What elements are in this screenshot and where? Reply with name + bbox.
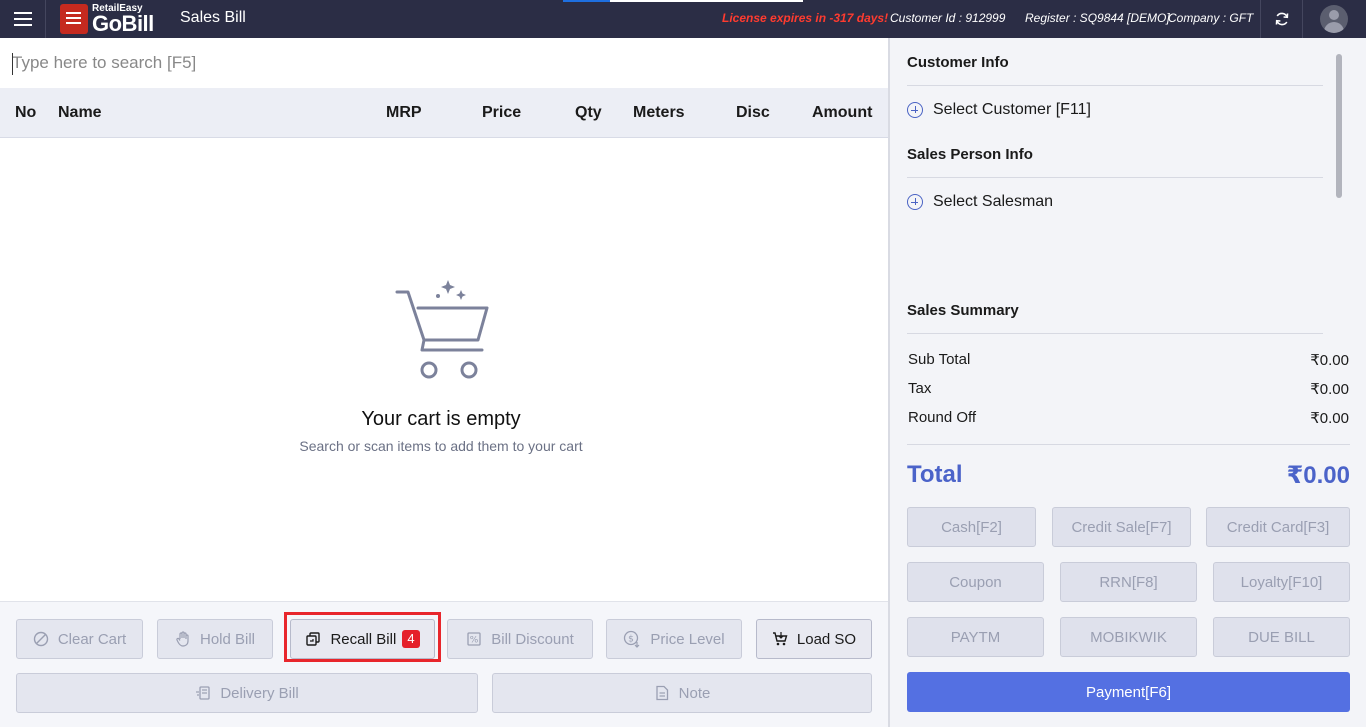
search-input[interactable]	[0, 38, 888, 88]
coupon-button[interactable]: Coupon	[907, 562, 1044, 602]
hold-bill-label: Hold Bill	[199, 630, 256, 648]
plus-circle-icon	[907, 102, 923, 118]
top-bar: RetailEasy GoBill Sales Bill License exp…	[0, 0, 1366, 38]
credit-card-button[interactable]: Credit Card[F3]	[1206, 507, 1350, 547]
customer-info-title: Customer Info	[907, 54, 1009, 71]
round-off-label: Round Off	[908, 409, 977, 426]
column-amount: Amount	[812, 104, 873, 121]
load-so-button[interactable]: Load SO	[756, 619, 872, 659]
divider	[1260, 0, 1261, 38]
text-cursor	[12, 53, 13, 75]
menu-button[interactable]	[0, 0, 46, 38]
paytm-button[interactable]: PAYTM	[907, 617, 1044, 657]
svg-text:$: $	[629, 635, 635, 645]
subtotal-row: Sub Total ₹0.00	[908, 351, 1349, 369]
price-level-icon: $	[623, 630, 641, 648]
divider	[907, 177, 1323, 178]
rrn-button[interactable]: RRN[F8]	[1060, 562, 1197, 602]
divider	[1302, 0, 1303, 38]
delivery-bill-button[interactable]: Delivery Bill	[16, 673, 478, 713]
refresh-icon	[1275, 12, 1289, 26]
delivery-bill-label: Delivery Bill	[220, 684, 299, 702]
note-icon	[654, 685, 670, 701]
recall-bill-highlight	[284, 612, 441, 662]
page-title: Sales Bill	[180, 9, 246, 26]
tax-value: ₹0.00	[1310, 381, 1349, 398]
column-price: Price	[482, 104, 522, 121]
billing-sidebar: Customer Info Select Customer [F11] Sale…	[890, 38, 1366, 727]
cart-table-header: No Name MRP Price Qty Meters Disc Amount	[0, 88, 888, 138]
payment-button[interactable]: Payment[F6]	[907, 672, 1350, 712]
price-level-button[interactable]: $ Price Level	[606, 619, 742, 659]
customer-id: Customer Id : 912999	[890, 11, 1006, 25]
cart-panel: No Name MRP Price Qty Meters Disc Amount…	[0, 38, 888, 727]
price-level-label: Price Level	[650, 630, 725, 648]
round-off-value: ₹0.00	[1310, 410, 1349, 427]
divider	[907, 444, 1350, 445]
hold-bill-button[interactable]: Hold Bill	[157, 619, 273, 659]
user-avatar[interactable]	[1320, 5, 1348, 33]
loading-indicator	[563, 0, 803, 2]
round-off-row: Round Off ₹0.00	[908, 409, 1349, 427]
logo-icon	[60, 4, 88, 34]
register-info: Register : SQ9844 [DEMO]	[1025, 11, 1170, 25]
svg-text:%: %	[470, 636, 479, 646]
select-salesman-label: Select Salesman	[933, 193, 1054, 210]
subtotal-value: ₹0.00	[1310, 352, 1349, 369]
tax-label: Tax	[908, 380, 932, 397]
select-salesman-button[interactable]: Select Salesman	[907, 193, 1053, 211]
empty-cart-state: Your cart is empty Search or scan items …	[0, 138, 888, 601]
cart-load-icon	[772, 631, 788, 647]
loyalty-button[interactable]: Loyalty[F10]	[1213, 562, 1350, 602]
column-qty: Qty	[575, 104, 602, 121]
note-label: Note	[678, 684, 711, 702]
company-info: Company : GFT	[1168, 11, 1254, 25]
scrollbar-thumb[interactable]	[1336, 54, 1342, 198]
delivery-icon	[195, 685, 211, 701]
select-customer-button[interactable]: Select Customer [F11]	[907, 101, 1091, 119]
divider	[907, 85, 1323, 86]
plus-circle-icon	[907, 194, 923, 210]
subtotal-label: Sub Total	[908, 351, 971, 368]
bill-discount-label: Bill Discount	[491, 630, 574, 648]
cash-button[interactable]: Cash[F2]	[907, 507, 1036, 547]
column-no: No	[15, 104, 37, 121]
column-name: Name	[58, 104, 102, 121]
sales-summary-title: Sales Summary	[907, 302, 1019, 319]
empty-cart-subtitle: Search or scan items to add them to your…	[299, 438, 583, 454]
select-customer-label: Select Customer [F11]	[933, 101, 1091, 118]
app-logo: RetailEasy GoBill	[60, 3, 154, 35]
logo-name: GoBill	[92, 10, 154, 36]
discount-icon: %	[466, 631, 482, 647]
empty-cart-title: Your cart is empty	[361, 408, 521, 430]
clear-cart-label: Clear Cart	[57, 630, 127, 648]
note-button[interactable]: Note	[492, 673, 872, 713]
due-bill-button[interactable]: DUE BILL	[1213, 617, 1350, 657]
divider	[907, 333, 1323, 334]
refresh-button[interactable]	[1262, 0, 1302, 38]
column-mrp: MRP	[386, 104, 422, 121]
column-meters: Meters	[633, 104, 685, 121]
cart-action-bar: Clear Cart Hold Bill Recall Bill 4 % Bil…	[0, 601, 888, 727]
column-disc: Disc	[736, 104, 770, 121]
hamburger-icon	[13, 10, 32, 28]
clear-cart-button[interactable]: Clear Cart	[16, 619, 143, 659]
ban-icon	[33, 631, 49, 647]
total-value: ₹0.00	[1286, 462, 1350, 489]
load-so-label: Load SO	[796, 630, 857, 648]
total-label: Total	[907, 461, 963, 488]
mobikwik-button[interactable]: MOBIKWIK	[1060, 617, 1197, 657]
credit-sale-button[interactable]: Credit Sale[F7]	[1052, 507, 1191, 547]
bill-discount-button[interactable]: % Bill Discount	[447, 619, 593, 659]
sales-person-title: Sales Person Info	[907, 146, 1033, 163]
total-row: Total ₹0.00	[907, 461, 1350, 490]
shopping-cart-icon	[395, 280, 489, 379]
hand-icon	[175, 631, 191, 647]
tax-row: Tax ₹0.00	[908, 380, 1349, 398]
license-warning: License expires in -317 days!	[722, 11, 889, 25]
